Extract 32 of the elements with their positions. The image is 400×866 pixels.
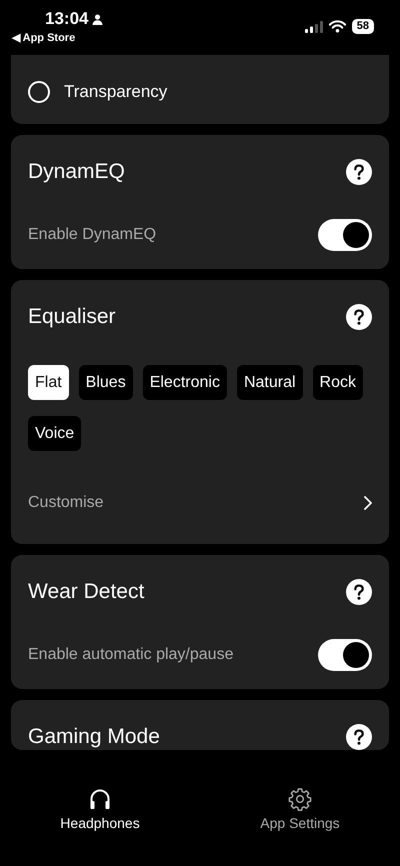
preset-chip[interactable]: Flat [28, 365, 69, 400]
preset-chip[interactable]: Rock [312, 365, 363, 400]
help-icon[interactable] [346, 724, 372, 750]
section-title: Equaliser [28, 305, 116, 329]
toggle-switch[interactable] [318, 639, 372, 671]
preset-chip[interactable]: Electronic [142, 365, 227, 400]
settings-icon [288, 787, 312, 811]
radio-button[interactable] [28, 81, 50, 103]
section-title: Wear Detect [28, 580, 144, 604]
back-link[interactable]: ◀ App Store [12, 31, 76, 44]
setting-label: Enable automatic play/pause [28, 646, 234, 664]
tab[interactable]: Headphones [0, 787, 200, 835]
headphones-icon [88, 787, 112, 811]
toggle-switch[interactable] [318, 219, 372, 251]
section-title: Gaming Mode [28, 725, 160, 749]
help-icon[interactable] [346, 159, 372, 185]
chevron-icon [364, 496, 372, 510]
preset-chip[interactable]: Blues [78, 365, 133, 400]
person-icon [92, 14, 104, 24]
tab[interactable]: App Settings [200, 787, 400, 835]
help-icon[interactable] [346, 304, 372, 330]
signal-icon [304, 20, 323, 32]
preset-chip[interactable]: Natural [236, 365, 303, 400]
section-title: DynamEQ [28, 160, 125, 184]
wifi-icon [328, 20, 346, 33]
help-icon[interactable] [346, 579, 372, 605]
clock-time: 13:04 [45, 9, 88, 29]
preset-chip[interactable]: Voice [28, 416, 82, 451]
setting-label: Enable DynamEQ [28, 226, 156, 244]
customise-link[interactable]: Customise [28, 494, 104, 512]
option-label: Transparency [64, 82, 168, 102]
battery-level: 58 [356, 20, 369, 32]
